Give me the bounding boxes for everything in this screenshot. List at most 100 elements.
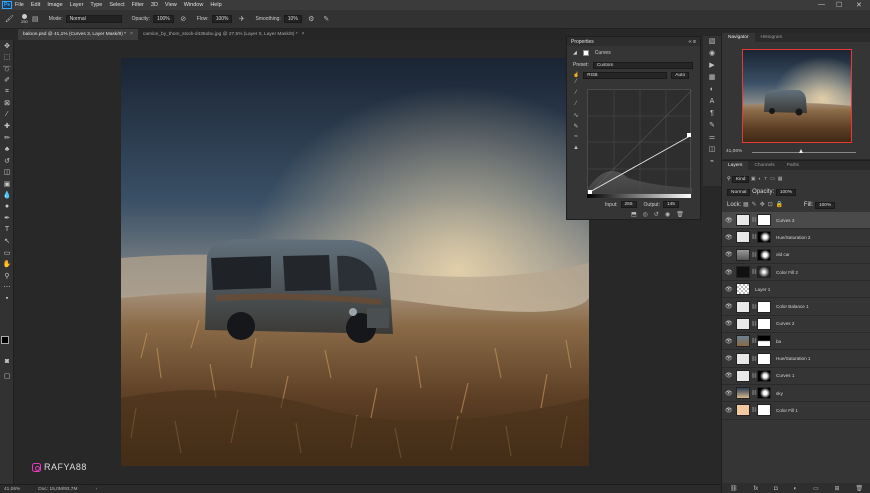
tab-camion[interactable]: camion_by_thom_stock-d436obu.jpg @ 27,5%… — [138, 29, 310, 40]
color-panel-icon[interactable]: ▧ — [703, 36, 721, 48]
flow-field[interactable]: 100% — [211, 15, 233, 23]
mask-link-icon[interactable]: ⛓ — [751, 373, 757, 379]
layer-mask-thumbnail[interactable] — [757, 335, 771, 348]
styles-icon[interactable]: ⚌ — [703, 132, 721, 144]
visibility-eye-icon[interactable]: 👁 — [725, 269, 734, 276]
layer-thumbnail[interactable] — [736, 369, 750, 382]
paragraph-icon[interactable]: ¶ — [703, 108, 721, 120]
visibility-eye-icon[interactable]: 👁 — [725, 303, 734, 310]
foreground-color-swatch[interactable] — [1, 336, 9, 344]
menu-filter[interactable]: Filter — [132, 2, 144, 8]
pencil-icon[interactable]: ✎ — [571, 123, 581, 134]
clip-to-layer-icon[interactable]: ⬒ — [631, 211, 637, 218]
kind-filter-select[interactable]: Kind — [731, 176, 750, 183]
mask-link-icon[interactable]: ⛓ — [751, 338, 757, 344]
eyedropper-white-icon[interactable]: ⁄ — [571, 101, 581, 112]
channels-icon[interactable]: ◫ — [703, 144, 721, 156]
group-icon[interactable]: ▭ — [813, 485, 819, 492]
lock-icons[interactable]: ▦✎✥⊡🔒 — [743, 202, 786, 208]
mask-icon[interactable]: ◘ — [774, 486, 778, 492]
layer-row[interactable]: 👁 ⛓ Color Fill 1 — [722, 402, 870, 420]
layer-row[interactable]: 👁 ⛓ Hue/Saturation 2 — [722, 229, 870, 247]
layer-thumbnail[interactable] — [736, 335, 750, 348]
move-tool-icon[interactable]: ✥ — [0, 40, 14, 52]
quick-mask-icon[interactable]: ◙ — [0, 356, 14, 368]
adjustments-icon[interactable]: ◐ — [703, 84, 721, 96]
eyedropper-black-icon[interactable]: ⁄ — [571, 79, 581, 90]
navigator-zoom[interactable]: 41,06% — [726, 149, 742, 154]
view-previous-icon[interactable]: ◎ — [643, 211, 648, 218]
target-adjust-icon[interactable]: ☝ — [573, 72, 579, 78]
menu-edit[interactable]: Edit — [31, 2, 40, 8]
layer-thumbnail[interactable] — [736, 387, 750, 400]
layer-mask-thumbnail[interactable] — [757, 387, 771, 400]
brush-preset-picker[interactable]: 250 — [21, 14, 28, 24]
eraser-tool-icon[interactable]: ◫ — [0, 167, 14, 179]
menu-3d[interactable]: 3D — [151, 2, 158, 8]
minimize-button[interactable]: — — [818, 1, 825, 8]
gear-icon[interactable]: ⚙ — [307, 15, 316, 24]
menu-select[interactable]: Select — [109, 2, 124, 8]
preset-select[interactable]: Custom — [592, 61, 693, 69]
layer-opacity-field[interactable]: 100% — [775, 189, 797, 196]
swatches-icon[interactable]: ◉ — [703, 48, 721, 60]
pen-tool-icon[interactable]: ✒ — [0, 213, 14, 225]
mask-link-icon[interactable]: ⛓ — [751, 234, 757, 240]
opacity-field[interactable]: 100% — [152, 15, 174, 23]
zoom-tool-icon[interactable]: ⚲ — [0, 270, 14, 282]
menu-help[interactable]: Help — [210, 2, 221, 8]
auto-button[interactable]: Auto — [671, 71, 690, 79]
layer-thumbnail[interactable] — [736, 404, 750, 417]
mask-link-icon[interactable]: ⛓ — [751, 217, 757, 223]
output-field[interactable]: 145 — [662, 201, 679, 208]
menu-image[interactable]: Image — [47, 2, 62, 8]
layer-mask-thumbnail[interactable] — [757, 404, 771, 417]
layer-row[interactable]: 👁 ⛓ Curves 1 — [722, 368, 870, 385]
brush-tool-icon[interactable]: ✏ — [0, 132, 14, 144]
character-icon[interactable]: A — [703, 96, 721, 108]
new-layer-icon[interactable]: ⊞ — [835, 485, 840, 492]
default-colors-icon[interactable]: ▪ — [0, 293, 14, 305]
eyedropper-gray-icon[interactable]: ⁄ — [571, 90, 581, 101]
visibility-eye-icon[interactable]: 👁 — [725, 286, 734, 293]
layer-mask-thumbnail[interactable] — [757, 300, 771, 313]
zoom-level[interactable]: 41,06% — [4, 487, 20, 492]
blur-tool-icon[interactable]: 💧 — [0, 190, 14, 202]
menu-view[interactable]: View — [165, 2, 177, 8]
fill-field[interactable]: 100% — [814, 202, 836, 209]
layer-thumbnail[interactable] — [736, 248, 750, 261]
fx-icon[interactable]: fx — [753, 486, 758, 492]
quick-select-tool-icon[interactable]: ✐ — [0, 75, 14, 87]
menu-layer[interactable]: Layer — [70, 2, 84, 8]
mask-link-icon[interactable]: ⛓ — [751, 321, 757, 327]
layer-row[interactable]: 👁 ⛓ Curves 3 — [722, 212, 870, 230]
status-menu-arrow[interactable]: › — [95, 487, 97, 492]
tab-paths[interactable]: Paths — [781, 161, 805, 170]
layer-mask-thumbnail[interactable] — [757, 248, 771, 261]
layer-thumbnail[interactable] — [736, 317, 750, 330]
brush-settings-icon[interactable]: ▤ — [31, 15, 40, 24]
tab-layers[interactable]: Layers — [722, 161, 749, 170]
visibility-eye-icon[interactable]: 👁 — [725, 217, 734, 224]
mask-link-icon[interactable]: ⛓ — [751, 252, 757, 258]
layer-row[interactable]: 👁 ⛓ old car — [722, 247, 870, 264]
close-tab-icon[interactable]: × — [302, 29, 305, 40]
close-window-button[interactable]: ✕ — [856, 1, 862, 9]
trash-icon[interactable]: 🗑 — [855, 485, 863, 492]
lasso-tool-icon[interactable]: ➰ — [0, 63, 14, 75]
marquee-tool-icon[interactable]: ⬚ — [0, 52, 14, 64]
layer-thumbnail[interactable] — [736, 266, 750, 279]
frame-tool-icon[interactable]: ⊠ — [0, 98, 14, 110]
dodge-tool-icon[interactable]: ● — [0, 201, 14, 213]
smoothing-field[interactable]: 10% — [283, 15, 302, 23]
visibility-eye-icon[interactable]: 👁 — [725, 234, 734, 241]
layer-thumbnail[interactable] — [736, 214, 750, 227]
symmetry-icon[interactable]: ✎ — [322, 15, 331, 24]
mask-mode-icon[interactable] — [582, 50, 589, 56]
menu-window[interactable]: Window — [184, 2, 204, 8]
airbrush-icon[interactable]: ✈ — [237, 15, 246, 24]
brushes-icon[interactable]: ✎ — [703, 120, 721, 132]
panel-menu-icon[interactable]: ‹‹ ≡ — [688, 39, 696, 45]
document-canvas[interactable] — [121, 58, 589, 466]
healing-tool-icon[interactable]: ✚ — [0, 121, 14, 133]
